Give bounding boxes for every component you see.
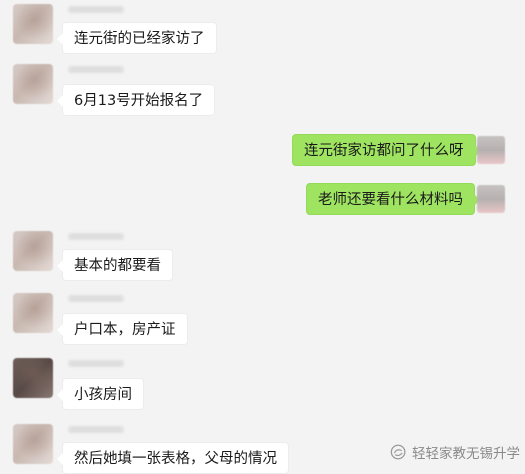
message-text: 小孩房间 (74, 387, 132, 403)
message-text: 户口本，房产证 (74, 322, 176, 338)
contact-avatar[interactable] (13, 424, 53, 464)
sender-name-blurred (68, 233, 124, 240)
user-avatar[interactable] (477, 136, 505, 164)
sender-name-blurred (68, 66, 124, 73)
contact-avatar[interactable] (13, 64, 53, 104)
contact-avatar[interactable] (13, 358, 53, 398)
user-avatar[interactable] (477, 185, 505, 213)
contact-avatar[interactable] (13, 293, 53, 333)
chat-conversation: 连元街的已经家访了 6月13号开始报名了 连元街家访都问了什么呀 老师还要看什么… (0, 0, 525, 474)
message-text: 连元街的已经家访了 (74, 31, 205, 47)
sender-name-blurred (68, 295, 124, 302)
watermark-text: 轻轻家教无锡升学 (412, 446, 520, 462)
incoming-message-bubble[interactable]: 连元街的已经家访了 (57, 22, 217, 54)
outgoing-message-bubble[interactable]: 老师还要看什么材料吗 (306, 183, 480, 215)
incoming-message-bubble[interactable]: 基本的都要看 (57, 249, 173, 281)
message-text: 老师还要看什么材料吗 (318, 192, 463, 208)
incoming-message-bubble[interactable]: 小孩房间 (57, 378, 144, 410)
message-text: 基本的都要看 (74, 258, 161, 274)
contact-avatar[interactable] (13, 231, 53, 271)
incoming-message-bubble[interactable]: 户口本，房产证 (57, 313, 188, 345)
outgoing-message-bubble[interactable]: 连元街家访都问了什么呀 (292, 134, 480, 166)
message-text: 连元街家访都问了什么呀 (304, 143, 464, 159)
message-text: 6月13号开始报名了 (74, 93, 204, 109)
sender-name-blurred (68, 426, 124, 433)
sender-name-blurred (68, 360, 124, 367)
incoming-message-bubble[interactable]: 然后她填一张表格，父母的情况 (57, 442, 289, 474)
message-text: 然后她填一张表格，父母的情况 (74, 451, 277, 467)
incoming-message-bubble[interactable]: 6月13号开始报名了 (56, 84, 216, 116)
sender-name-blurred (68, 6, 124, 13)
watermark: 轻轻家教无锡升学 (390, 441, 520, 463)
wechat-public-account-icon (390, 444, 406, 460)
contact-avatar[interactable] (13, 4, 53, 44)
